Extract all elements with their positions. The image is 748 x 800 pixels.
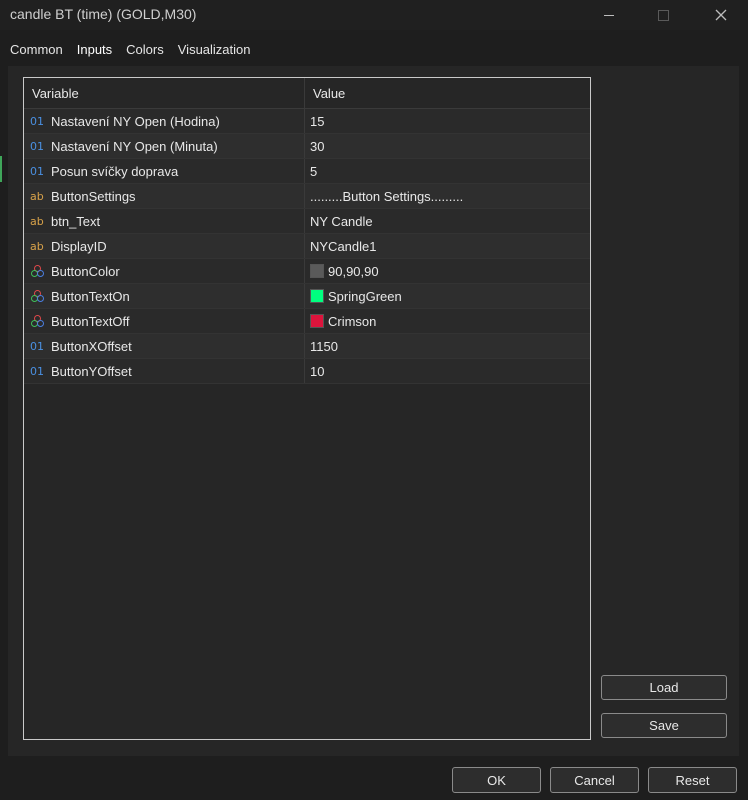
table-row[interactable]: 01 Posun svíčky doprava 5	[24, 159, 590, 184]
integer-type-icon: 01	[30, 114, 44, 128]
value-text: 90,90,90	[328, 263, 379, 279]
variable-name: btn_Text	[51, 213, 101, 229]
variable-cell: 01 Posun svíčky doprava	[24, 159, 305, 183]
string-type-icon: ab	[30, 189, 44, 203]
inputs-table: Variable Value 01 Nastavení NY Open (Hodi…	[23, 77, 591, 740]
value-text: NY Candle	[310, 213, 373, 229]
table-row[interactable]: ab DisplayID NYCandle1	[24, 234, 590, 259]
color-type-icon	[30, 314, 48, 328]
integer-type-icon: 01	[30, 339, 44, 353]
color-type-icon	[30, 264, 48, 278]
variable-name: Posun svíčky doprava	[51, 163, 179, 179]
color-swatch[interactable]	[310, 314, 324, 328]
table-header: Variable Value	[24, 78, 590, 109]
table-row[interactable]: ButtonTextOff Crimson	[24, 309, 590, 334]
close-button[interactable]	[698, 0, 744, 30]
integer-type-icon: 01	[30, 139, 44, 153]
value-cell[interactable]: 1150	[305, 334, 590, 358]
window-title: candle BT (time) (GOLD,M30)	[10, 6, 197, 22]
load-button[interactable]: Load	[601, 675, 727, 700]
variable-name: ButtonYOffset	[51, 363, 132, 379]
variable-name: ButtonColor	[51, 263, 120, 279]
value-text: Crimson	[328, 313, 377, 329]
variable-name: ButtonTextOff	[51, 313, 130, 329]
reset-button[interactable]: Reset	[648, 767, 737, 793]
side-indicator	[0, 156, 2, 182]
value-text: 30	[310, 138, 325, 154]
value-cell[interactable]: 10	[305, 359, 590, 383]
table-row[interactable]: ButtonTextOn SpringGreen	[24, 284, 590, 309]
value-cell[interactable]: NYCandle1	[305, 234, 590, 258]
table-row[interactable]: 01 ButtonXOffset 1150	[24, 334, 590, 359]
value-cell[interactable]: 15	[305, 109, 590, 133]
minimize-button[interactable]	[586, 0, 632, 30]
variable-name: DisplayID	[51, 238, 107, 254]
table-row[interactable]: ButtonColor 90,90,90	[24, 259, 590, 284]
value-cell[interactable]: 30	[305, 134, 590, 158]
variable-cell: 01 ButtonYOffset	[24, 359, 305, 383]
value-text: NYCandle1	[310, 238, 377, 254]
string-type-icon: ab	[30, 239, 44, 253]
tab-common[interactable]: Common	[10, 40, 63, 66]
table-row[interactable]: 01 Nastavení NY Open (Minuta) 30	[24, 134, 590, 159]
integer-type-icon: 01	[30, 364, 44, 378]
value-text: 10	[310, 363, 325, 379]
color-swatch[interactable]	[310, 264, 324, 278]
value-text: 1150	[310, 338, 338, 354]
cancel-button[interactable]: Cancel	[550, 767, 639, 793]
value-text: SpringGreen	[328, 288, 402, 304]
variable-cell: ab btn_Text	[24, 209, 305, 233]
variable-name: Nastavení NY Open (Hodina)	[51, 113, 220, 129]
variable-cell: 01 Nastavení NY Open (Minuta)	[24, 134, 305, 158]
tab-visualization[interactable]: Visualization	[178, 40, 251, 66]
value-text: .........Button Settings.........	[310, 188, 464, 204]
color-swatch[interactable]	[310, 289, 324, 303]
variable-cell: ButtonTextOn	[24, 284, 305, 308]
maximize-icon	[657, 9, 669, 21]
value-cell[interactable]: 90,90,90	[305, 259, 590, 283]
value-cell[interactable]: Crimson	[305, 309, 590, 333]
tab-inputs[interactable]: Inputs	[76, 40, 113, 69]
variable-name: Nastavení NY Open (Minuta)	[51, 138, 218, 154]
column-header-value[interactable]: Value	[305, 78, 590, 108]
variable-name: ButtonSettings	[51, 188, 136, 204]
value-cell[interactable]: NY Candle	[305, 209, 590, 233]
value-text: 5	[310, 163, 318, 179]
variable-cell: 01 ButtonXOffset	[24, 334, 305, 358]
table-row[interactable]: 01 ButtonYOffset 10	[24, 359, 590, 384]
column-header-variable[interactable]: Variable	[24, 78, 305, 108]
table-row[interactable]: 01 Nastavení NY Open (Hodina) 15	[24, 109, 590, 134]
variable-name: ButtonTextOn	[51, 288, 130, 304]
table-body: 01 Nastavení NY Open (Hodina) 15 01 Nastaven…	[24, 109, 590, 384]
value-cell[interactable]: 5	[305, 159, 590, 183]
variable-name: ButtonXOffset	[51, 338, 132, 354]
value-cell[interactable]: SpringGreen	[305, 284, 590, 308]
variable-cell: ab DisplayID	[24, 234, 305, 258]
variable-cell: ButtonColor	[24, 259, 305, 283]
ok-button[interactable]: OK	[452, 767, 541, 793]
table-row[interactable]: ab btn_Text NY Candle	[24, 209, 590, 234]
variable-cell: ButtonTextOff	[24, 309, 305, 333]
minimize-icon	[604, 14, 614, 16]
variable-cell: 01 Nastavení NY Open (Hodina)	[24, 109, 305, 133]
title-bar: candle BT (time) (GOLD,M30)	[0, 0, 748, 30]
tab-bar: Common Inputs Colors Visualization	[10, 40, 265, 69]
variable-cell: ab ButtonSettings	[24, 184, 305, 208]
table-row[interactable]: ab ButtonSettings .........Button Settings…	[24, 184, 590, 209]
color-type-icon	[30, 289, 48, 303]
maximize-button[interactable]	[640, 0, 686, 30]
close-icon	[715, 9, 727, 21]
string-type-icon: ab	[30, 214, 44, 228]
save-button[interactable]: Save	[601, 713, 727, 738]
integer-type-icon: 01	[30, 164, 44, 178]
tab-colors[interactable]: Colors	[126, 40, 164, 66]
value-text: 15	[310, 113, 325, 129]
value-cell[interactable]: .........Button Settings.........	[305, 184, 590, 208]
